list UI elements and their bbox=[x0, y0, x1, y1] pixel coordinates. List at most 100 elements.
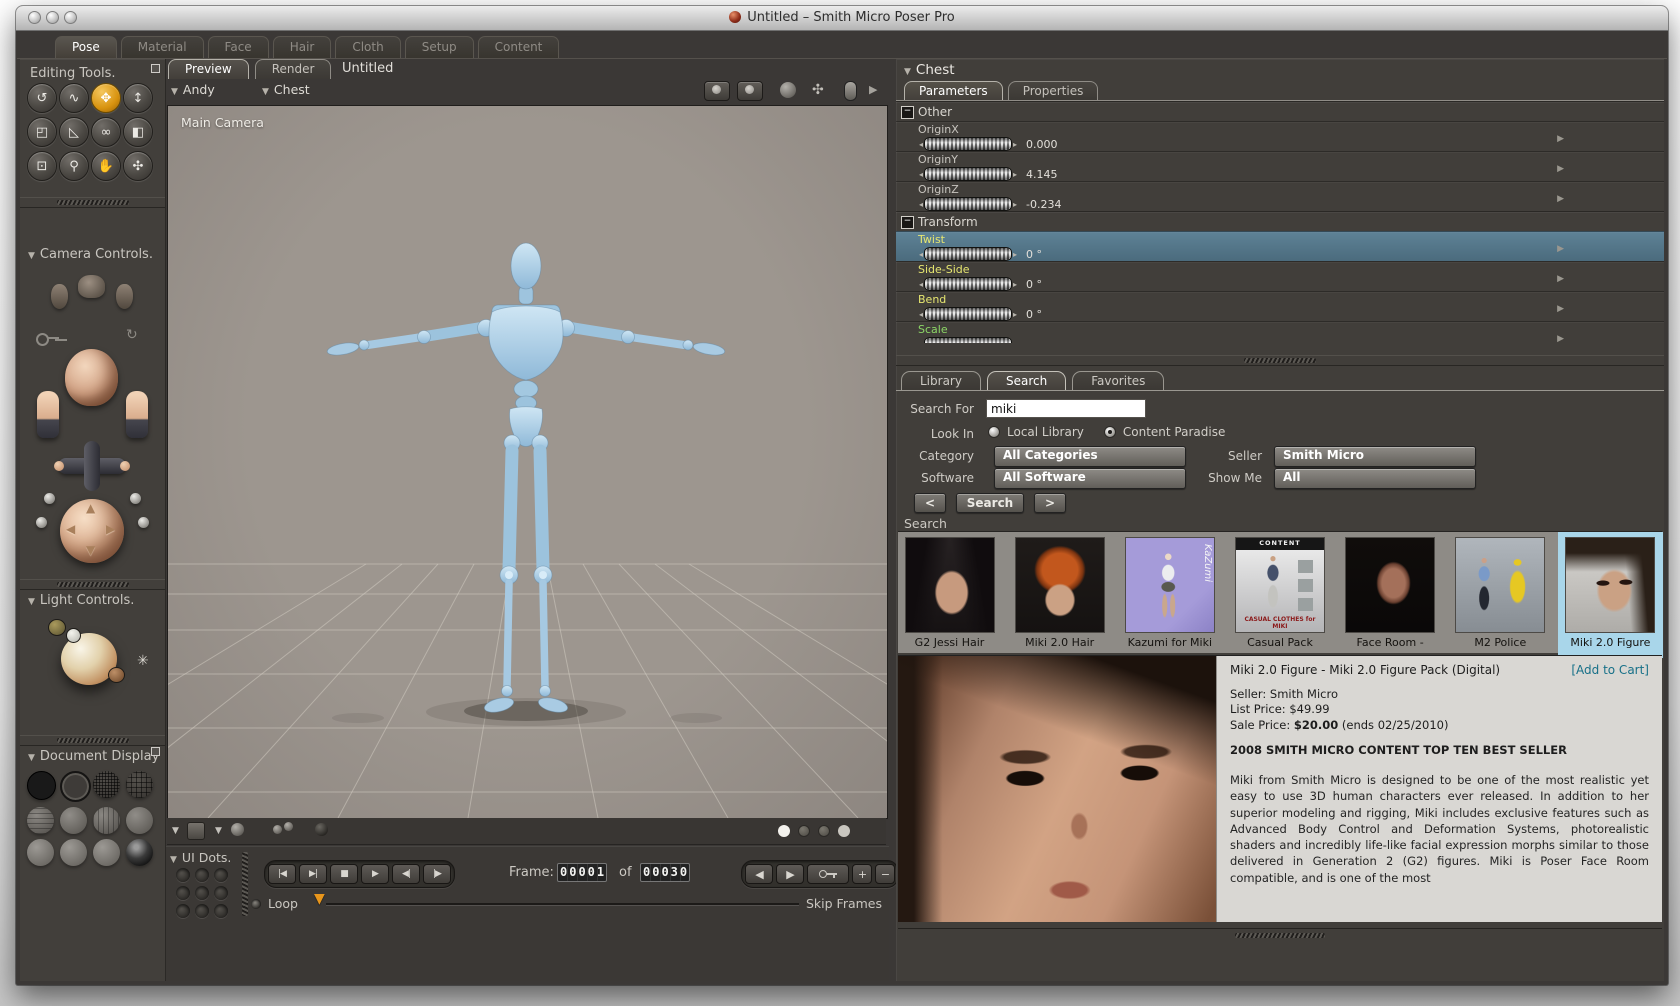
display-style-hidden-line[interactable] bbox=[126, 771, 153, 798]
left-hand-camera-icon[interactable] bbox=[51, 284, 68, 309]
param-tab-properties[interactable]: Properties bbox=[1007, 81, 1099, 101]
param-options-arrow-icon[interactable]: ▶ bbox=[1557, 274, 1564, 284]
previous-frame-button[interactable]: ◀| bbox=[392, 864, 420, 884]
param-dial[interactable] bbox=[924, 277, 1013, 291]
right-hand-camera-control[interactable] bbox=[126, 391, 148, 438]
last-frame-button[interactable]: ▶| bbox=[299, 864, 327, 884]
dial-left-arrow-icon[interactable]: ◂ bbox=[919, 280, 923, 289]
camera-rotate-icon[interactable]: ↻ bbox=[126, 327, 138, 343]
scale-tool-button[interactable]: ◰ bbox=[27, 117, 57, 147]
left-hand-camera-control[interactable] bbox=[37, 391, 59, 438]
dial-right-arrow-icon[interactable]: ▸ bbox=[1013, 310, 1017, 319]
editing-tools-panel-menu-icon[interactable] bbox=[151, 64, 160, 73]
tab-cloth[interactable]: Cloth bbox=[335, 36, 401, 58]
face-camera-control[interactable] bbox=[65, 349, 118, 406]
tab-setup[interactable]: Setup bbox=[404, 36, 474, 58]
next-frame-button[interactable]: |▶ bbox=[423, 864, 451, 884]
dial-right-arrow-icon[interactable]: ▸ bbox=[1013, 280, 1017, 289]
horizontal-scrollbar[interactable] bbox=[898, 928, 1662, 941]
tab-face[interactable]: Face bbox=[207, 36, 269, 58]
display-style-texture-lined[interactable] bbox=[126, 839, 153, 866]
camera-trackball-control[interactable]: ▲ ▼ ◀ ▶ bbox=[60, 499, 124, 563]
depth-cue-dot-3[interactable] bbox=[818, 825, 830, 837]
doc-tab-preview[interactable]: Preview bbox=[168, 59, 249, 79]
four-view-icon[interactable]: ✣ bbox=[812, 82, 824, 98]
morphing-tool-tool-button[interactable]: ⊡ bbox=[27, 151, 57, 181]
camera-move-control[interactable] bbox=[54, 441, 130, 491]
result-kazumi-for-miki[interactable]: KaZumi Kazumi for Miki bbox=[1122, 537, 1217, 653]
display-style-flat-lined[interactable] bbox=[93, 807, 120, 834]
result-face-room[interactable]: Face Room - bbox=[1343, 537, 1438, 653]
document-display-panel-menu-icon[interactable] bbox=[151, 747, 160, 756]
param-options-arrow-icon[interactable]: ▶ bbox=[1557, 164, 1564, 174]
tab-content[interactable]: Content bbox=[477, 36, 560, 58]
actor-menu[interactable]: ▼ Chest bbox=[262, 82, 310, 97]
twist-tool-button[interactable]: ∿ bbox=[59, 83, 89, 113]
previous-keyframe-button[interactable]: ◀ bbox=[745, 864, 773, 884]
radio-dot-icon[interactable] bbox=[1103, 426, 1116, 438]
panel-resize-handle[interactable] bbox=[20, 735, 165, 746]
param-dial[interactable] bbox=[924, 247, 1013, 261]
tracking-orb-icon-1[interactable] bbox=[273, 825, 282, 834]
viewport-3d[interactable]: Main Camera bbox=[167, 105, 888, 819]
display-style-smooth-shaded[interactable] bbox=[27, 839, 54, 866]
panel-resize-handle[interactable] bbox=[20, 579, 165, 590]
translate-in-out-tool-button[interactable]: ↕ bbox=[123, 83, 153, 113]
software-dropdown[interactable]: All Software bbox=[994, 468, 1186, 489]
light-2-indicator[interactable] bbox=[66, 628, 81, 643]
radio-local-library[interactable]: Local Library bbox=[988, 425, 1084, 439]
figure-menu[interactable]: ▼ Andy bbox=[171, 82, 215, 97]
dial-left-arrow-icon[interactable]: ◂ bbox=[919, 310, 923, 319]
param-options-arrow-icon[interactable]: ▶ bbox=[1557, 134, 1564, 144]
dial-right-arrow-icon[interactable]: ▸ bbox=[1013, 340, 1017, 344]
sphere-view-icon[interactable] bbox=[780, 82, 796, 98]
dial-left-arrow-icon[interactable]: ◂ bbox=[919, 250, 923, 259]
taper-tool-button[interactable]: ◺ bbox=[59, 117, 89, 147]
add-to-cart-link[interactable]: [Add to Cart] bbox=[1571, 663, 1649, 677]
param-dial[interactable] bbox=[924, 337, 1013, 343]
display-style-lit-wireframe[interactable] bbox=[27, 807, 54, 834]
result-g2-jessi-hair[interactable]: G2 Jessi Hair bbox=[902, 537, 997, 653]
library-tab-search[interactable]: Search bbox=[986, 371, 1067, 391]
depth-cue-dot-1[interactable] bbox=[778, 825, 790, 837]
result-miki-2-0-figure[interactable]: Miki 2.0 Figure bbox=[1562, 537, 1658, 653]
display-rect-icon[interactable] bbox=[187, 822, 205, 840]
tab-material[interactable]: Material bbox=[120, 36, 204, 58]
timeline-position-marker[interactable]: ▼ bbox=[314, 891, 325, 907]
dial-left-arrow-icon[interactable]: ◂ bbox=[919, 340, 923, 344]
total-frames-field[interactable]: 00030 bbox=[640, 863, 690, 882]
rotate-tool-button[interactable]: ↺ bbox=[27, 83, 57, 113]
param-dial[interactable] bbox=[924, 197, 1013, 211]
panel-resize-handle[interactable] bbox=[20, 197, 165, 208]
light-brightness-icon[interactable]: ✳ bbox=[137, 653, 149, 669]
display-style-cartoon[interactable] bbox=[126, 807, 153, 834]
param-row-originz[interactable]: OriginZ ◂ ▸ -0.234 ▶ bbox=[896, 181, 1664, 211]
collapse-triangle-icon[interactable]: ▼ bbox=[904, 67, 911, 77]
current-frame-field[interactable]: 00001 bbox=[557, 863, 607, 882]
tracking-orb-dark-icon[interactable] bbox=[315, 823, 328, 836]
light-3-indicator[interactable] bbox=[108, 667, 125, 683]
param-options-arrow-icon[interactable]: ▶ bbox=[1557, 194, 1564, 204]
result-m2-police[interactable]: M2 Police bbox=[1453, 537, 1548, 653]
shading-menu-triangle-icon[interactable]: ▼ bbox=[215, 826, 222, 836]
collapse-triangle-icon[interactable]: ▼ bbox=[28, 597, 35, 607]
color-tool-button[interactable]: ◧ bbox=[123, 117, 153, 147]
param-tab-parameters[interactable]: Parameters bbox=[904, 81, 1003, 101]
camera-dots-icon-1[interactable] bbox=[704, 81, 730, 101]
doc-tab-render[interactable]: Render bbox=[254, 59, 332, 79]
param-row-originy[interactable]: OriginY ◂ ▸ 4.145 ▶ bbox=[896, 151, 1664, 181]
dial-right-arrow-icon[interactable]: ▸ bbox=[1013, 170, 1017, 179]
search-input[interactable] bbox=[986, 399, 1146, 418]
display-style-texture-shaded[interactable] bbox=[93, 839, 120, 866]
dial-left-arrow-icon[interactable]: ◂ bbox=[919, 140, 923, 149]
param-options-arrow-icon[interactable]: ▶ bbox=[1557, 304, 1564, 314]
display-style-flat-shaded[interactable] bbox=[60, 807, 87, 834]
display-menu-triangle-icon[interactable]: ▼ bbox=[172, 826, 179, 836]
display-style-wireframe[interactable] bbox=[93, 771, 120, 798]
param-options-arrow-icon[interactable]: ▶ bbox=[1557, 244, 1564, 254]
camera-dolly-orb-2[interactable] bbox=[130, 493, 141, 504]
chain-break-tool-button[interactable]: ∞ bbox=[91, 117, 121, 147]
result-casual-pack[interactable]: CONTENT CASUAL CLOTHES for MIKI Casual Pac… bbox=[1232, 537, 1327, 653]
camera-dolly-orb-4[interactable] bbox=[138, 517, 149, 528]
view-magnifier-tool-button[interactable]: ⚲ bbox=[59, 151, 89, 181]
